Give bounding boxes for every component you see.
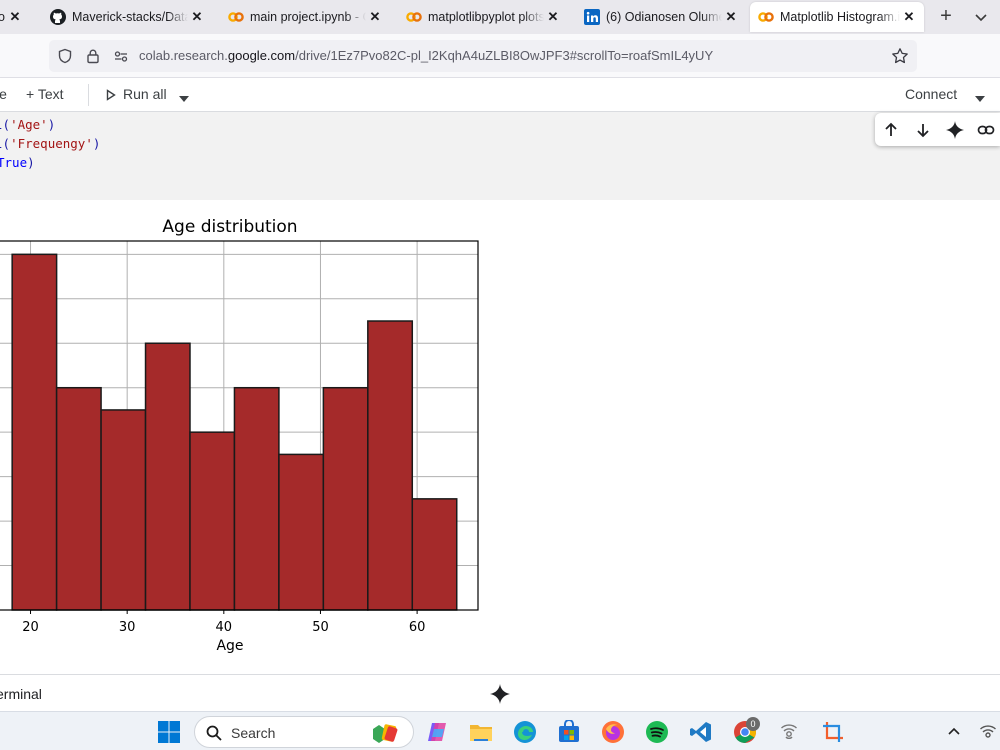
url-prefix: colab.research. xyxy=(139,48,228,63)
tab-list-chevron-icon[interactable] xyxy=(970,6,992,28)
link-icon[interactable] xyxy=(975,119,997,141)
histogram-bar xyxy=(322,386,369,611)
tab-title: main project.ipynb - Co xyxy=(250,10,366,24)
chart-title: Age distribution xyxy=(162,217,297,237)
histogram-bar xyxy=(367,320,414,611)
wifi-icon[interactable] xyxy=(777,720,801,744)
colab-toolbar: le + Text Run all Connect xyxy=(0,78,1000,112)
linkedin-icon xyxy=(584,9,600,25)
toolbar-divider xyxy=(88,84,89,106)
x-tick-label: 30 xyxy=(119,620,136,635)
connect-dropdown-icon[interactable] xyxy=(974,90,986,106)
run-all-dropdown-icon[interactable] xyxy=(178,90,190,106)
browser-tab[interactable]: Maverick-stacks/Data- ✕ xyxy=(42,2,212,32)
colab-icon xyxy=(758,9,774,25)
colab-icon xyxy=(406,9,422,25)
x-tick-label: 20 xyxy=(22,620,39,635)
histogram-chart: 20 30 40 50 60 Age distribution Age xyxy=(0,217,479,654)
tab-title: Matplotlib Histogram.i xyxy=(780,10,900,24)
file-explorer-icon[interactable] xyxy=(469,720,493,744)
terminal-tab[interactable]: erminal xyxy=(0,686,42,702)
url-text[interactable]: colab.research.google.com/drive/1Ez7Pvo8… xyxy=(139,48,713,63)
tab-title: (6) Odianosen Olumese xyxy=(606,10,722,24)
close-icon[interactable]: ✕ xyxy=(188,9,206,25)
close-icon[interactable]: ✕ xyxy=(900,9,918,25)
code-line: ) xyxy=(0,174,2,189)
histogram-bar xyxy=(233,386,280,611)
microsoft-store-icon[interactable] xyxy=(557,719,581,744)
tab-title: matplotlibpyplot plots xyxy=(428,10,544,24)
browser-tab[interactable]: matplotlibpyplot plots ✕ xyxy=(398,2,568,32)
close-icon[interactable]: ✕ xyxy=(544,9,562,25)
url-domain: google.com xyxy=(227,48,296,63)
x-tick-label: 40 xyxy=(216,620,233,635)
tab-title: Maverick-stacks/Data- xyxy=(72,10,188,24)
search-icon xyxy=(206,725,222,746)
spotify-icon[interactable] xyxy=(645,720,669,744)
code-line: l('Age') xyxy=(0,117,56,132)
search-highlight-icon xyxy=(367,721,405,750)
url-path: /drive/1Ez7Pvo82C-pl_I2KqhA4uZLBI8OwJPF3… xyxy=(295,48,714,63)
code-cell[interactable]: l('Age') l('Frequengy') True) ) xyxy=(0,112,1000,200)
cell-toolbar xyxy=(875,113,1000,146)
search-placeholder: Search xyxy=(231,725,276,741)
vscode-icon[interactable] xyxy=(689,720,713,744)
taskbar-search-input[interactable]: Search xyxy=(194,716,414,748)
x-tick-label: 60 xyxy=(409,620,426,635)
x-axis-label: Age xyxy=(216,638,243,654)
copilot-icon[interactable] xyxy=(425,720,449,744)
code-line: True) xyxy=(0,155,35,170)
show-hidden-icons-chevron-icon[interactable] xyxy=(946,724,962,740)
tab-title: o - xyxy=(0,10,6,24)
close-icon[interactable]: ✕ xyxy=(722,9,740,25)
screen: o - ✕ Maverick-stacks/Data- ✕ main proje… xyxy=(0,0,1000,750)
close-icon[interactable]: ✕ xyxy=(366,9,384,25)
histogram-bar xyxy=(278,453,325,611)
new-tab-button[interactable]: + xyxy=(934,4,958,28)
windows-taskbar: Search 0 xyxy=(0,711,1000,750)
close-icon[interactable]: ✕ xyxy=(6,9,24,25)
bookmark-star-icon[interactable] xyxy=(891,47,909,65)
gemini-sparkle-icon[interactable] xyxy=(490,684,510,704)
x-tick-label: 50 xyxy=(312,620,329,635)
histogram-bar xyxy=(11,253,58,611)
move-cell-up-icon[interactable] xyxy=(880,119,902,141)
network-icon[interactable] xyxy=(976,720,1000,744)
url-bar[interactable]: colab.research.google.com/drive/1Ez7Pvo8… xyxy=(49,40,917,72)
histogram-bar xyxy=(55,386,102,611)
histogram-bar xyxy=(100,409,147,611)
lock-icon[interactable] xyxy=(85,48,101,64)
move-cell-down-icon[interactable] xyxy=(912,119,934,141)
code-line: l('Frequengy') xyxy=(0,136,101,151)
colab-icon xyxy=(228,9,244,25)
browser-tab[interactable]: main project.ipynb - Co ✕ xyxy=(220,2,390,32)
run-all-play-icon[interactable] xyxy=(106,88,116,104)
terminal-bar: erminal xyxy=(0,674,1000,711)
github-icon xyxy=(50,9,66,25)
connect-button[interactable]: Connect xyxy=(905,86,957,102)
histogram-bar xyxy=(189,431,236,611)
browser-tab[interactable]: o - ✕ xyxy=(0,2,30,32)
edge-icon[interactable] xyxy=(513,720,537,744)
run-all-button[interactable]: Run all xyxy=(123,86,167,102)
cell-output: 20 30 40 50 60 Age distribution Age xyxy=(0,200,1000,674)
browser-tab[interactable]: (6) Odianosen Olumese ✕ xyxy=(576,2,746,32)
add-text-button[interactable]: + Text xyxy=(26,86,64,102)
shield-icon[interactable] xyxy=(57,48,73,64)
histogram-bar xyxy=(144,342,191,611)
browser-nav-bar: colab.research.google.com/drive/1Ez7Pvo8… xyxy=(0,34,1000,78)
firefox-icon[interactable] xyxy=(601,720,625,744)
notification-badge: 0 xyxy=(746,717,760,731)
gemini-sparkle-icon[interactable] xyxy=(944,119,966,141)
snipping-tool-icon[interactable] xyxy=(821,720,845,744)
site-permissions-icon[interactable] xyxy=(113,48,129,64)
histogram-bar xyxy=(411,498,458,611)
browser-tab-active[interactable]: Matplotlib Histogram.i ✕ xyxy=(750,2,924,32)
browser-tab-strip: o - ✕ Maverick-stacks/Data- ✕ main proje… xyxy=(0,0,1000,34)
windows-start-icon[interactable] xyxy=(157,720,181,744)
add-code-button[interactable]: le xyxy=(0,86,7,102)
